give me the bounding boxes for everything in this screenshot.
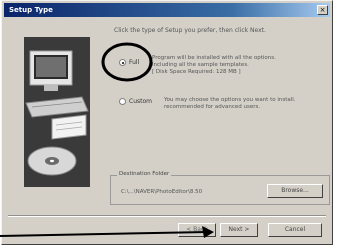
- close-button[interactable]: ×: [317, 5, 328, 15]
- full-description: Program will be installed with all the o…: [152, 55, 322, 76]
- close-icon: ×: [319, 6, 326, 14]
- back-button[interactable]: < Back: [178, 223, 216, 237]
- custom-radio[interactable]: [119, 98, 126, 105]
- custom-description-line: recommended for advanced users.: [164, 104, 261, 110]
- cancel-button[interactable]: Cancel: [268, 223, 322, 237]
- setup-dialog: Setup Type × Click the type of Setup you…: [1, 0, 333, 245]
- folder-icon: [51, 114, 87, 140]
- browse-button[interactable]: Browse...: [267, 184, 323, 198]
- cd-disc-icon: [27, 146, 77, 176]
- next-button[interactable]: Next >: [220, 223, 258, 237]
- title-bar[interactable]: Setup Type ×: [4, 3, 330, 17]
- window-title: Setup Type: [9, 6, 53, 14]
- destination-folder-label: Destination Folder: [117, 171, 172, 178]
- custom-description-line: You may choose the options you want to i…: [164, 97, 296, 103]
- custom-option-label[interactable]: Custom: [129, 98, 152, 105]
- destination-folder-group: Destination Folder C:\...\NAVER\PhotoEdi…: [110, 171, 330, 205]
- custom-description: You may choose the options you want to i…: [164, 97, 324, 111]
- full-option-label[interactable]: Full: [129, 59, 139, 66]
- full-radio[interactable]: [119, 59, 126, 66]
- full-description-line: Program will be installed with all the o…: [152, 55, 276, 61]
- setup-graphic: [24, 37, 90, 187]
- computer-monitor-icon: [29, 50, 73, 91]
- instruction-text: Click the type of Setup you prefer, then…: [114, 27, 266, 34]
- destination-path: C:\...\NAVER\PhotoEditor\8.50: [121, 189, 203, 195]
- footer-separator: [8, 215, 326, 217]
- full-description-line: including all the sample templates.: [152, 62, 249, 68]
- full-description-line: [ Disk Space Required: 128 MB ]: [152, 69, 241, 75]
